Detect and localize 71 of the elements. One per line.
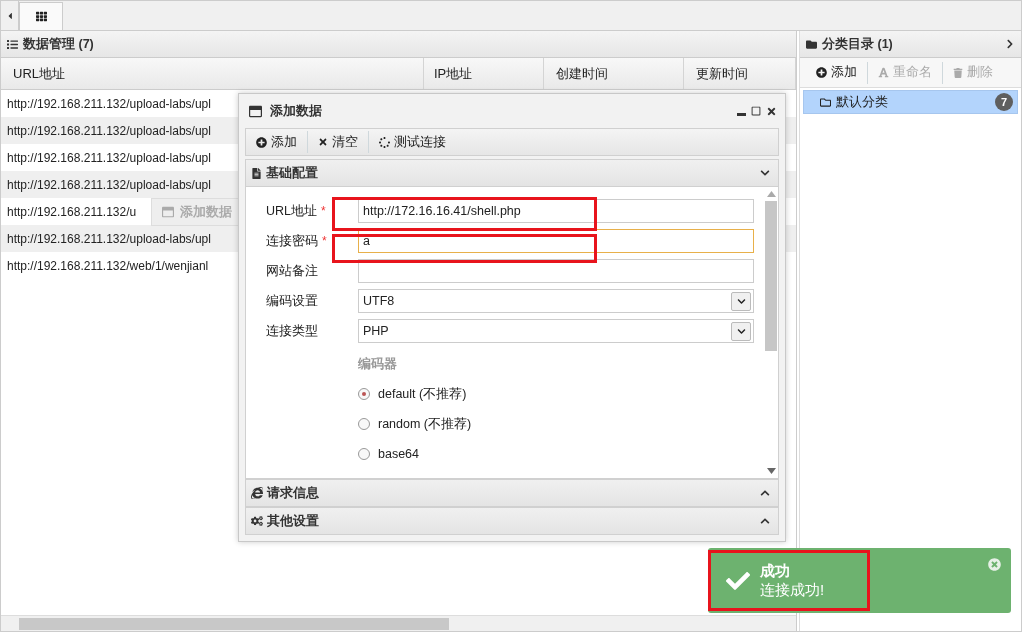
- field-label: 连接类型: [266, 322, 318, 340]
- toolbar-button[interactable]: 清空: [308, 131, 369, 153]
- close-icon: [318, 137, 328, 147]
- field-label: 连接密码: [266, 232, 318, 250]
- window-icon: [249, 104, 262, 118]
- browser-icon: [251, 487, 263, 499]
- toolbar-button[interactable]: 添加: [806, 61, 868, 84]
- font-icon: [878, 67, 889, 78]
- radio-label: default (不推荐): [378, 385, 467, 403]
- add-icon: [816, 67, 827, 78]
- scrollbar-thumb[interactable]: [19, 617, 449, 630]
- section-header[interactable]: 基础配置: [245, 159, 779, 187]
- tab[interactable]: [19, 2, 63, 30]
- section-header[interactable]: 其他设置: [245, 507, 779, 535]
- radio-button[interactable]: [358, 418, 370, 430]
- radio-button[interactable]: [358, 448, 370, 460]
- column-header[interactable]: 更新时间: [684, 58, 796, 89]
- field-label: URL地址: [266, 202, 317, 220]
- trash-icon: [953, 67, 963, 78]
- chevron-up-icon: [760, 488, 770, 498]
- grid-icon: [35, 11, 47, 22]
- toolbar-button[interactable]: 测试连接: [369, 131, 456, 153]
- chevron-up-icon: [760, 516, 770, 526]
- toast-message: 连接成功!: [760, 580, 825, 600]
- group-label: 编码器: [358, 355, 398, 373]
- scroll-down-icon[interactable]: [766, 468, 776, 474]
- radio-label: base64: [378, 447, 419, 461]
- table-cell: http://192.168.211.132/u: [7, 204, 137, 219]
- required-mark: *: [322, 234, 327, 248]
- table-cell: http://192.168.211.132/upload-labs/upl: [7, 123, 211, 138]
- cogs-icon: [251, 515, 263, 527]
- required-mark: *: [321, 204, 326, 218]
- field-label: 编码设置: [266, 292, 318, 310]
- spinner-icon: [379, 136, 390, 148]
- table-cell: http://192.168.211.132/web/1/wenjianl: [7, 258, 209, 273]
- document-icon: [251, 167, 262, 179]
- table-cell: http://192.168.211.132/upload-labs/upl: [7, 150, 211, 165]
- table-cell: http://192.168.211.132/upload-labs/upl: [7, 96, 211, 111]
- chevron-down-icon: [760, 168, 770, 178]
- scrollbar-thumb[interactable]: [765, 201, 777, 351]
- panel-title: 数据管理 (7): [23, 35, 95, 53]
- chevron-down-icon: [736, 326, 746, 336]
- chevron-right-icon[interactable]: [1005, 39, 1015, 49]
- window-icon: [162, 206, 174, 218]
- select-field[interactable]: UTF8: [358, 289, 754, 313]
- section-header[interactable]: 请求信息: [245, 479, 779, 507]
- table-cell: http://192.168.211.132/upload-labs/upl: [7, 231, 211, 246]
- chevron-down-icon: [736, 296, 746, 306]
- panel-title: 分类目录 (1): [822, 35, 894, 53]
- maximize-icon[interactable]: [751, 106, 761, 116]
- close-icon[interactable]: [766, 105, 777, 117]
- count-badge: 7: [995, 93, 1013, 111]
- input-field[interactable]: [358, 259, 754, 283]
- folder-icon: [820, 96, 831, 108]
- category-item[interactable]: 默认分类 7: [803, 90, 1018, 114]
- table-cell: http://192.168.211.132/upload-labs/upl: [7, 177, 211, 192]
- column-header[interactable]: IP地址: [424, 58, 544, 89]
- folder-icon: [806, 38, 817, 50]
- toolbar-button[interactable]: 添加: [246, 131, 308, 153]
- ghost-title: 添加数据: [180, 203, 232, 221]
- toast-title: 成功: [760, 561, 791, 581]
- input-field[interactable]: http://172.16.16.41/shell.php: [358, 199, 754, 223]
- field-label: 网站备注: [266, 262, 318, 280]
- select-field[interactable]: PHP: [358, 319, 754, 343]
- column-header[interactable]: 创建时间: [544, 58, 684, 89]
- column-header[interactable]: URL地址: [1, 58, 424, 89]
- dialog-title: 添加数据: [270, 102, 323, 120]
- radio-button[interactable]: [358, 388, 370, 400]
- add-icon: [256, 136, 267, 148]
- list-icon: [7, 38, 18, 50]
- radio-label: random (不推荐): [378, 415, 472, 433]
